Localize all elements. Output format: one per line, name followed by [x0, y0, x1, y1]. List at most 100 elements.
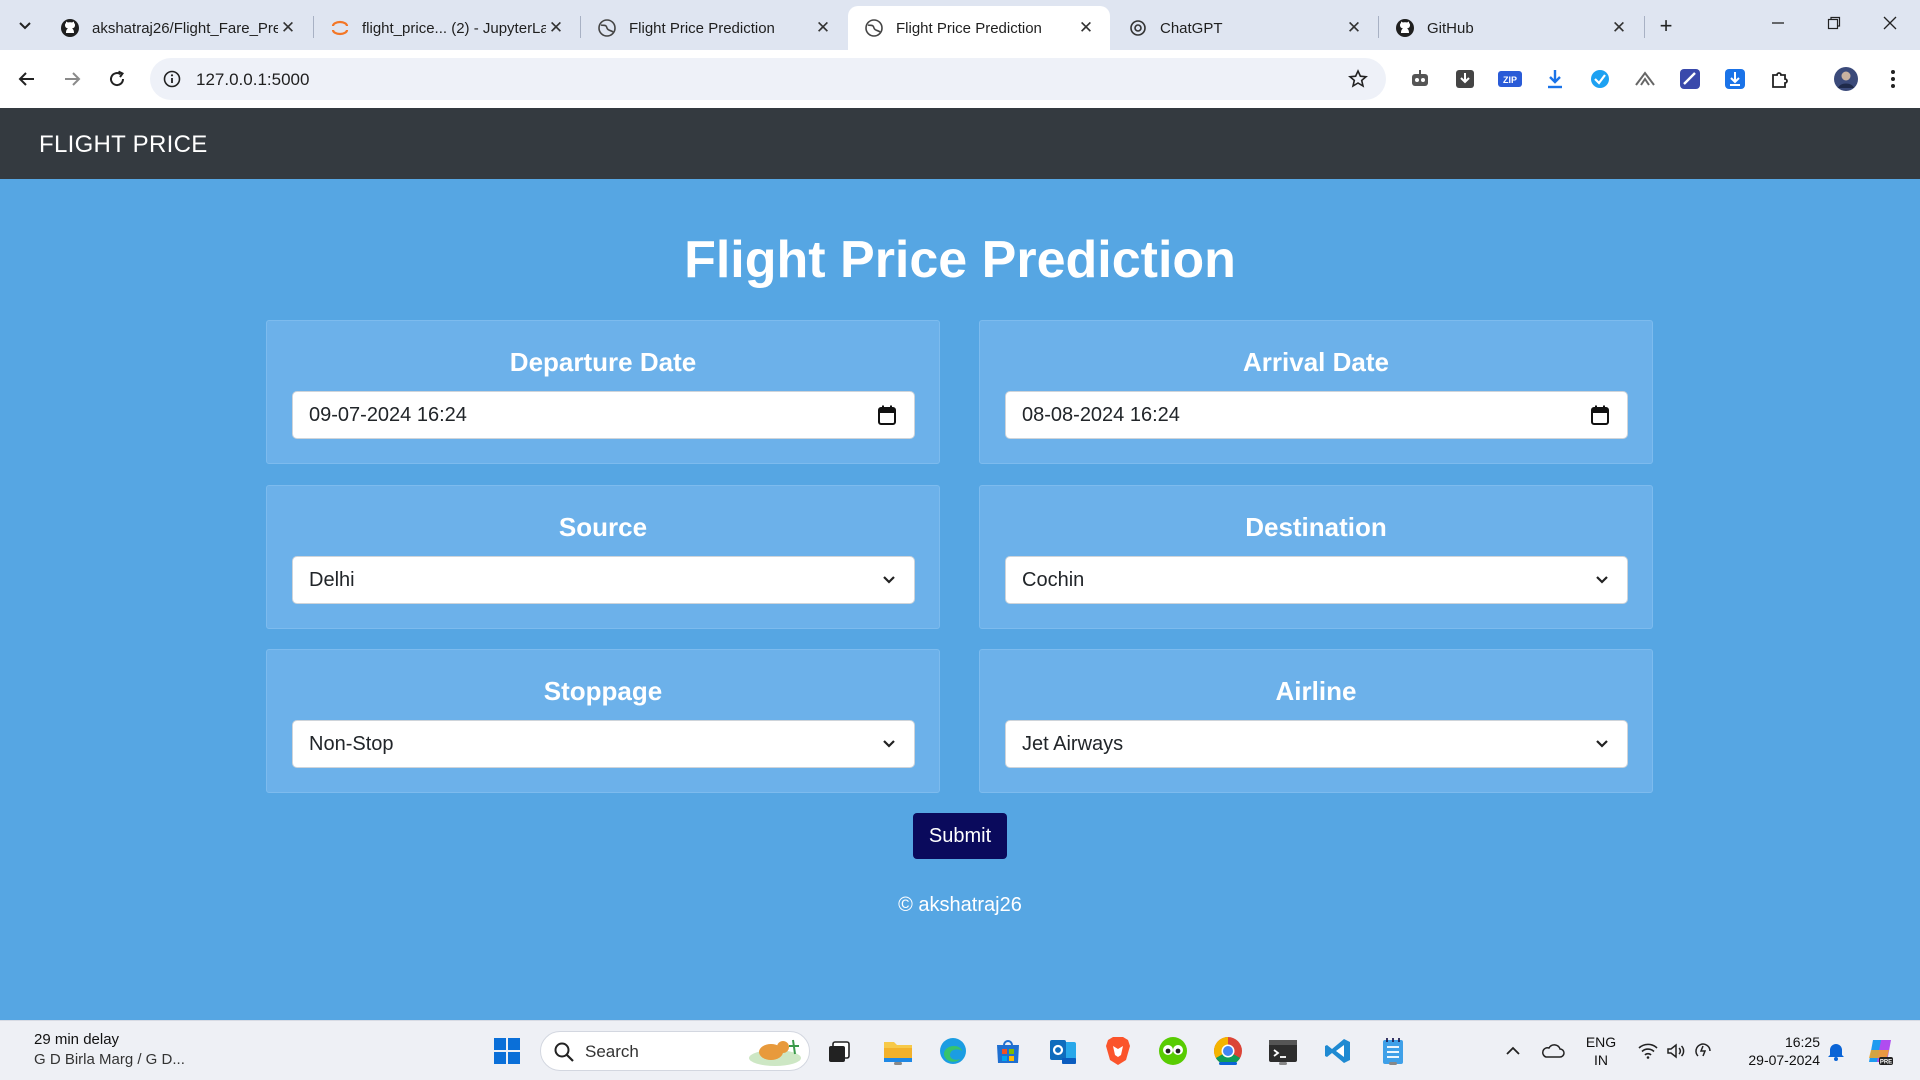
notepad-icon[interactable] — [1375, 1033, 1411, 1069]
destination-card: Destination Cochin — [979, 485, 1653, 629]
duolingo-icon[interactable] — [1155, 1033, 1191, 1069]
terminal-icon[interactable] — [1265, 1033, 1301, 1069]
plus-icon: + — [1659, 13, 1673, 38]
outlook-icon[interactable] — [1045, 1033, 1081, 1069]
close-icon[interactable]: ✕ — [278, 18, 298, 38]
close-icon — [1883, 16, 1897, 30]
calendar-icon[interactable] — [1589, 404, 1611, 426]
tab-title: GitHub — [1427, 19, 1474, 37]
browser-tab[interactable]: GitHub ✕ — [1379, 6, 1643, 50]
search-icon — [554, 1042, 574, 1062]
minimize-button[interactable] — [1750, 0, 1806, 46]
start-button[interactable] — [489, 1033, 525, 1069]
running-indicator — [894, 1062, 902, 1065]
page-title: Flight Price Prediction — [684, 231, 1236, 289]
destination-label: Destination — [1245, 512, 1387, 542]
puzzle-extensions-icon[interactable] — [1767, 66, 1793, 92]
url-text[interactable]: 127.0.0.1:5000 — [196, 70, 309, 90]
battery-charging-icon[interactable] — [1690, 1021, 1718, 1080]
tab-search-button[interactable] — [10, 10, 40, 40]
mountain-extension-icon[interactable] — [1632, 66, 1658, 92]
minimize-icon — [1772, 22, 1784, 24]
wifi-icon[interactable] — [1634, 1021, 1662, 1080]
close-icon[interactable]: ✕ — [813, 18, 833, 38]
save-extension-icon[interactable] — [1722, 66, 1748, 92]
taskbar-search-box[interactable]: Search — [540, 1031, 810, 1071]
close-icon[interactable]: ✕ — [1609, 18, 1629, 38]
chatgpt-icon — [1128, 18, 1148, 38]
restore-icon — [1827, 16, 1841, 30]
file-explorer-icon[interactable] — [880, 1033, 916, 1069]
footer-copyright: © akshatraj26 — [898, 894, 1022, 916]
chevron-down-icon — [1593, 735, 1611, 753]
source-select[interactable]: Delhi — [292, 556, 915, 604]
navbar: FLIGHT PRICE — [0, 108, 1920, 179]
reload-button[interactable] — [100, 62, 134, 96]
arrow-left-icon — [18, 72, 34, 86]
restore-button[interactable] — [1806, 0, 1862, 46]
arrow-right-icon — [65, 72, 81, 86]
browser-tab-active[interactable]: Flight Price Prediction ✕ — [848, 6, 1110, 50]
brave-browser-icon[interactable] — [1100, 1033, 1136, 1069]
language-code: ENG — [1585, 1034, 1617, 1050]
close-icon[interactable]: ✕ — [546, 18, 566, 38]
chevron-down-icon — [19, 22, 31, 30]
close-window-button[interactable] — [1862, 0, 1918, 46]
arrival-date-input[interactable]: 08-08-2024 16:24 — [1005, 391, 1628, 439]
stoppage-select[interactable]: Non-Stop — [292, 720, 915, 768]
tab-divider — [1644, 16, 1645, 38]
bookmark-star-icon[interactable] — [1346, 67, 1370, 91]
submit-button[interactable]: Submit — [913, 813, 1007, 859]
address-bar[interactable]: 127.0.0.1:5000 — [150, 58, 1386, 100]
weather-line-2: G D Birla Marg / G D... — [34, 1051, 185, 1068]
stoppage-card: Stoppage Non-Stop — [266, 649, 940, 793]
robot-extension-icon[interactable] — [1407, 66, 1433, 92]
browser-tab[interactable]: akshatraj26/Flight_Fare_Pre ✕ — [44, 6, 312, 50]
browser-menu-icon[interactable] — [1880, 66, 1906, 92]
forward-button[interactable] — [55, 62, 89, 96]
browser-tab[interactable]: ChatGPT ✕ — [1112, 6, 1378, 50]
notification-bell-icon[interactable] — [1822, 1021, 1850, 1080]
tab-title: ChatGPT — [1160, 19, 1223, 37]
source-selected-value: Delhi — [309, 568, 355, 591]
airline-card: Airline Jet Airways — [979, 649, 1653, 793]
show-hidden-icons-button[interactable] — [1500, 1021, 1526, 1080]
new-tab-button[interactable]: + — [1652, 12, 1680, 40]
departure-date-label: Departure Date — [509, 347, 697, 377]
stoppage-label: Stoppage — [543, 676, 663, 706]
site-info-icon[interactable] — [160, 67, 184, 91]
globe-icon — [597, 18, 617, 38]
volume-icon[interactable] — [1662, 1021, 1690, 1080]
source-card: Source Delhi — [266, 485, 940, 629]
close-icon[interactable]: ✕ — [1344, 18, 1364, 38]
calendar-icon[interactable] — [876, 404, 898, 426]
zip-extension-icon[interactable]: ZIP — [1497, 66, 1523, 92]
running-indicator — [1279, 1062, 1287, 1065]
download-arrow-extension-icon[interactable] — [1542, 66, 1568, 92]
departure-date-value: 09-07-2024 16:24 — [309, 403, 467, 426]
download-box-extension-icon[interactable] — [1452, 66, 1478, 92]
back-button[interactable] — [10, 62, 44, 96]
copilot-icon[interactable]: PRE — [1860, 1021, 1900, 1080]
onedrive-icon[interactable] — [1538, 1021, 1568, 1080]
arrival-date-label: Arrival Date — [1243, 347, 1389, 377]
tab-title: akshatraj26/Flight_Fare_Pre — [92, 19, 278, 37]
browser-tab[interactable]: flight_price... (2) - JupyterLa ✕ — [314, 6, 580, 50]
close-icon[interactable]: ✕ — [1076, 18, 1096, 38]
arrival-date-card: Arrival Date 08-08-2024 16:24 — [979, 320, 1653, 464]
weather-line-1: 29 min delay — [34, 1031, 120, 1048]
microsoft-store-icon[interactable] — [990, 1033, 1026, 1069]
destination-select[interactable]: Cochin — [1005, 556, 1628, 604]
browser-tab[interactable]: Flight Price Prediction ✕ — [581, 6, 847, 50]
check-extension-icon[interactable] — [1587, 66, 1613, 92]
edge-browser-icon[interactable] — [935, 1033, 971, 1069]
pen-extension-icon[interactable] — [1677, 66, 1703, 92]
chrome-icon[interactable] — [1210, 1033, 1246, 1069]
navbar-brand[interactable]: FLIGHT PRICE — [39, 131, 208, 159]
departure-date-input[interactable]: 09-07-2024 16:24 — [292, 391, 915, 439]
airline-select[interactable]: Jet Airways — [1005, 720, 1628, 768]
profile-avatar[interactable] — [1833, 66, 1859, 92]
globe-icon — [864, 18, 884, 38]
vscode-icon[interactable] — [1320, 1033, 1356, 1069]
task-view-icon[interactable] — [822, 1033, 858, 1069]
